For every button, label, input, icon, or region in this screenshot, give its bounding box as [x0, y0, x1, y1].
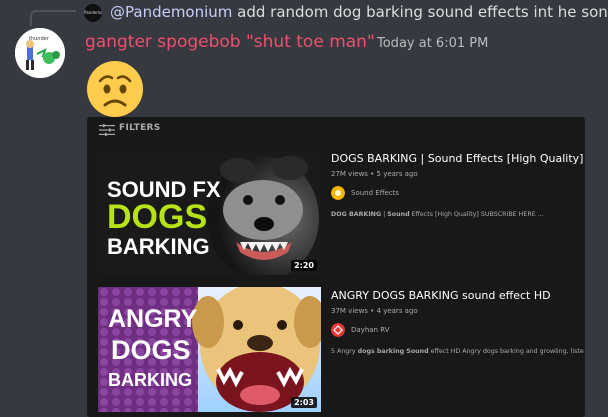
video-thumbnail[interactable]: ANGRY DOGS BARKING 2:03 — [98, 287, 321, 412]
channel-avatar-icon[interactable] — [331, 323, 345, 337]
channel-name[interactable]: Dayhan RV — [351, 326, 389, 334]
channel-avatar-icon[interactable] — [331, 186, 345, 200]
video-title[interactable]: ANGRY DOGS BARKING sound effect HD — [331, 289, 551, 302]
worried-face-emoji — [85, 59, 145, 119]
worried-face-icon — [87, 61, 143, 117]
desc-text: 5 Angry — [331, 348, 358, 355]
video-info: ANGRY DOGS BARKING sound effect HD 37M v… — [331, 287, 585, 412]
video-description: 5 Angry dogs barking Sound effect HD Ang… — [331, 348, 584, 355]
desc-bold: Sound — [387, 211, 410, 218]
thumb-line-1: ANGRY — [108, 305, 198, 333]
filters-icon[interactable] — [99, 124, 115, 136]
video-meta: 27M views • 5 years ago — [331, 170, 418, 178]
video-meta: 37M views • 4 years ago — [331, 307, 418, 315]
channel-name[interactable]: Sound Effects — [351, 189, 399, 197]
video-description: DOG BARKING | Sound Effects [High Qualit… — [331, 211, 544, 218]
duration-badge: 2:03 — [291, 397, 317, 408]
youtube-results-embed: FILTERS SOUND FX DOGS BARKING 2:20 DOGS … — [87, 117, 585, 417]
duration-badge: 2:20 — [291, 260, 317, 271]
video-info: DOGS BARKING | Sound Effects [High Quali… — [331, 150, 585, 275]
thumb-line-2: DOGS — [107, 198, 207, 236]
filters-bar[interactable]: FILTERS — [87, 117, 585, 143]
video-title[interactable]: DOGS BARKING | Sound Effects [High Quali… — [331, 152, 583, 165]
thumbnail-image: SOUND FX DOGS BARKING — [98, 150, 321, 275]
video-result[interactable]: SOUND FX DOGS BARKING 2:20 DOGS BARKING … — [98, 150, 585, 275]
thumbnail-image: ANGRY DOGS BARKING — [98, 287, 321, 412]
desc-text: Effects [High Quality] SUBSCRIBE HERE ..… — [409, 211, 544, 218]
desc-bold: DOG BARKING — [331, 211, 382, 218]
filters-label: FILTERS — [119, 123, 161, 133]
user-avatar[interactable]: thunder — [15, 28, 65, 78]
avatar-drawing: thunder — [15, 28, 65, 78]
reply-avatar[interactable]: Pandemonium — [84, 4, 102, 22]
desc-bold: dogs barking Sound — [357, 348, 429, 355]
thumb-line-3: BARKING — [108, 370, 192, 390]
video-result[interactable]: ANGRY DOGS BARKING 2:03 ANGRY DOGS BARKI… — [98, 287, 585, 412]
desc-text: effect HD Angry dogs barking and growlin… — [428, 348, 584, 355]
thumb-line-3: BARKING — [107, 234, 210, 259]
reply-connector — [30, 10, 76, 26]
message-timestamp: Today at 6:01 PM — [377, 36, 489, 51]
thumb-line-2: DOGS — [111, 335, 191, 365]
reply-content: add random dog barking sound effects int… — [232, 3, 608, 21]
reply-mention[interactable]: @Pandemonium — [110, 3, 232, 21]
reply-preview[interactable]: @Pandemonium add random dog barking soun… — [110, 3, 608, 21]
message-username[interactable]: gangter spogebob "shut toe man" — [85, 32, 375, 52]
video-thumbnail[interactable]: SOUND FX DOGS BARKING 2:20 — [98, 150, 321, 275]
